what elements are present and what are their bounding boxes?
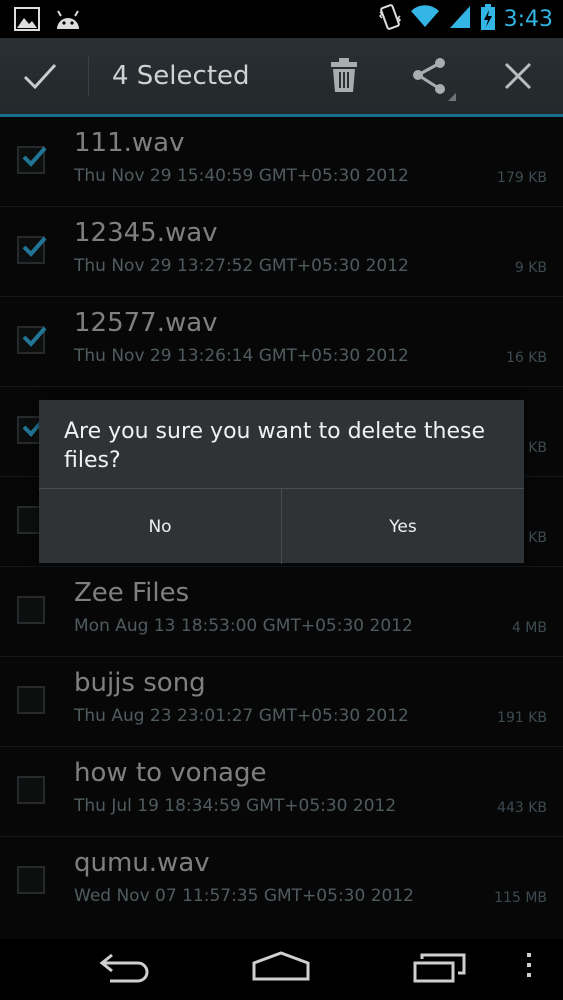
vibrate-icon (378, 2, 402, 36)
navigation-bar (0, 939, 563, 1000)
no-button[interactable]: No (39, 489, 281, 564)
signal-icon (448, 4, 472, 34)
status-clock: 3:43 (503, 6, 553, 32)
overflow-menu-icon[interactable] (524, 951, 534, 985)
back-icon[interactable] (98, 949, 154, 989)
gallery-icon (14, 7, 40, 35)
action-bar-divider (88, 56, 89, 96)
wifi-icon (410, 5, 440, 33)
android-icon (54, 7, 82, 35)
delete-confirm-dialog: Are you sure you want to delete these fi… (39, 400, 524, 564)
recent-apps-icon[interactable] (412, 949, 468, 989)
home-icon[interactable] (251, 949, 311, 989)
close-icon[interactable] (503, 61, 533, 95)
dialog-message: Are you sure you want to delete these fi… (64, 419, 485, 473)
trash-icon[interactable] (330, 57, 358, 97)
contextual-action-bar: 4 Selected (0, 38, 563, 117)
status-bar: 3:43 (0, 0, 563, 38)
selection-count-title: 4 Selected (112, 61, 250, 91)
battery-charging-icon (480, 3, 496, 35)
checkmark-icon[interactable] (22, 60, 58, 96)
yes-button[interactable]: Yes (281, 489, 524, 564)
dialog-buttons: No Yes (39, 488, 524, 564)
share-icon[interactable] (410, 57, 458, 105)
